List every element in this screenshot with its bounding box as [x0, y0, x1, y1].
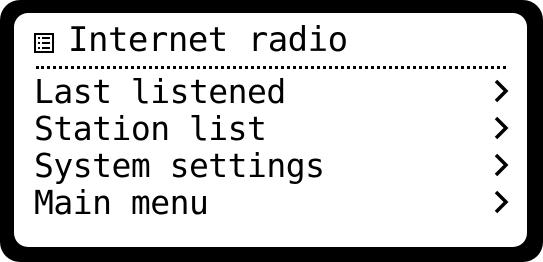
menu-item-label: Main menu — [34, 183, 209, 222]
screen-header: Internet radio — [14, 13, 527, 69]
header-divider — [36, 66, 506, 69]
chevron-right-icon — [494, 116, 509, 140]
chevron-right-icon — [494, 153, 509, 177]
chevron-right-icon — [494, 79, 509, 103]
menu-item-label: System settings — [34, 146, 325, 185]
menu-item-system-settings[interactable]: System settings — [14, 147, 527, 184]
menu-item-last-listened[interactable]: Last listened — [14, 73, 527, 110]
menu-item-main-menu[interactable]: Main menu — [14, 184, 527, 221]
page-title: Internet radio — [68, 20, 348, 60]
radio-list-icon — [34, 33, 54, 53]
menu-item-label: Station list — [34, 109, 267, 148]
chevron-right-icon — [494, 190, 509, 214]
device-bezel: Internet radio Last listened Station lis… — [0, 0, 543, 262]
menu-list: Last listened Station list System settin… — [14, 73, 527, 221]
lcd-screen: Internet radio Last listened Station lis… — [14, 13, 527, 247]
menu-item-label: Last listened — [34, 72, 286, 111]
menu-item-station-list[interactable]: Station list — [14, 110, 527, 147]
